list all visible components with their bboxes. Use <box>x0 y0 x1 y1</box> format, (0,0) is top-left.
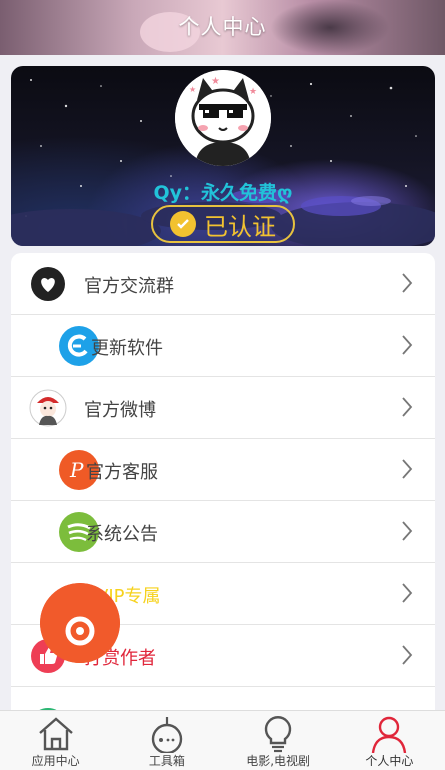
menu-item-service[interactable]: P 官方客服 <box>11 439 435 501</box>
svg-text:★: ★ <box>211 76 220 87</box>
chevron-right-icon <box>402 273 413 293</box>
svg-text:★: ★ <box>189 85 196 94</box>
menu-item-group[interactable]: 官方交流群 <box>11 253 435 315</box>
verified-badge: 已认证 <box>151 205 295 243</box>
menu-item-update[interactable]: 更新软件 <box>11 315 435 377</box>
user-name: Qy：永久免费ღ <box>153 182 293 204</box>
tab-label: 个人中心 <box>365 754 414 768</box>
page-title: 个人中心 <box>178 15 267 39</box>
weibo-avatar-icon <box>29 389 67 431</box>
tab-movies[interactable]: 电影,电视剧 <box>223 711 334 770</box>
menu-item-weibo[interactable]: 官方微博 <box>11 377 435 439</box>
menu-item-label: 更新软件 <box>91 338 163 359</box>
profile-card: ★ ★ ★ Qy：永久免费ღ 已认证 <box>11 66 435 246</box>
user-avatar[interactable]: ★ ★ ★ <box>175 70 271 166</box>
bulb-icon <box>264 716 292 753</box>
chevron-right-icon <box>402 335 413 355</box>
bottom-tab-bar: 应用中心 工具箱 电影,电视剧 个人中心 <box>0 710 445 770</box>
menu-item-label: 系统公告 <box>86 524 158 545</box>
chevron-right-icon <box>402 459 413 479</box>
floating-vip-icon[interactable] <box>40 583 120 663</box>
chevron-right-icon <box>402 521 413 541</box>
tab-label: 应用中心 <box>31 754 80 768</box>
robot-icon <box>151 717 183 753</box>
chevron-right-icon <box>402 645 413 665</box>
chevron-right-icon <box>402 397 413 417</box>
cat-avatar-icon: ★ ★ ★ <box>175 70 271 166</box>
check-icon <box>170 211 196 237</box>
header-bar: 个人中心 <box>0 0 445 55</box>
home-icon <box>38 717 73 751</box>
heart-icon <box>31 267 65 305</box>
tab-label: 工具箱 <box>148 754 185 768</box>
chevron-right-icon <box>402 583 413 603</box>
menu-item-label: 官方客服 <box>86 462 158 483</box>
tab-label: 电影,电视剧 <box>246 754 311 768</box>
tab-profile[interactable]: 个人中心 <box>334 711 445 770</box>
menu-item-label: 官方微博 <box>84 400 156 421</box>
svg-text:★: ★ <box>249 87 257 97</box>
person-icon <box>372 716 407 753</box>
vip-icon <box>40 583 120 663</box>
tab-toolbox[interactable]: 工具箱 <box>111 711 222 770</box>
verified-label: 已认证 <box>204 212 276 241</box>
tab-app-center[interactable]: 应用中心 <box>0 711 111 770</box>
menu-item-label: 官方交流群 <box>84 276 174 297</box>
menu-item-announcement[interactable]: 系统公告 <box>11 501 435 563</box>
svg-text:P: P <box>69 458 84 482</box>
